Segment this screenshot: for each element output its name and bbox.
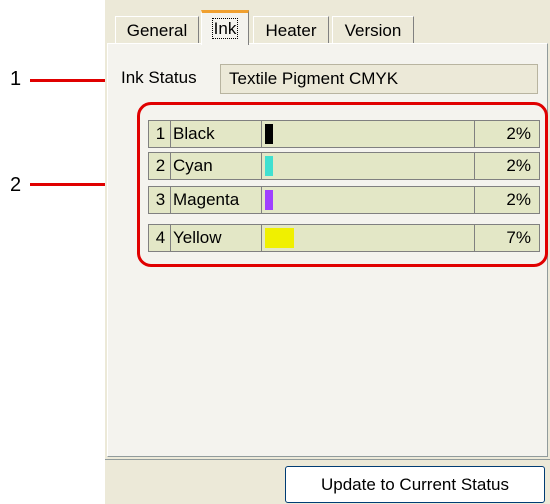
- ink-name: Cyan: [173, 156, 213, 175]
- ink-percent: 7%: [506, 228, 531, 247]
- tab-version[interactable]: Version: [332, 16, 414, 43]
- tab-general-label: General: [126, 21, 188, 40]
- ink-status-label: Ink Status: [121, 68, 197, 87]
- ink-percent: 2%: [506, 190, 531, 209]
- ink-row-black: 1 Black 2%: [148, 120, 540, 148]
- tab-version-label: Version: [344, 21, 402, 40]
- ink-level-bar: [265, 228, 294, 248]
- ink-level-track: [261, 225, 475, 251]
- ink-level-track: [261, 121, 475, 147]
- ink-level-bar: [265, 124, 273, 144]
- tab-general[interactable]: General: [115, 16, 199, 43]
- ink-number: 2: [151, 153, 171, 179]
- tab-ink[interactable]: Ink: [201, 10, 249, 45]
- callout-1: 1: [10, 68, 22, 90]
- callout-2: 2: [10, 174, 22, 196]
- ink-name: Black: [173, 124, 215, 143]
- ink-percent: 2%: [506, 124, 531, 143]
- ink-level-bar: [265, 190, 273, 210]
- ink-level-bar: [265, 156, 273, 176]
- ink-status-field: Textile Pigment CMYK: [220, 64, 538, 94]
- tab-heater[interactable]: Heater: [253, 16, 329, 43]
- ink-number: 3: [151, 187, 171, 213]
- ink-level-track: [261, 187, 475, 213]
- ink-name: Magenta: [173, 190, 240, 209]
- ink-number: 1: [151, 121, 171, 147]
- tab-heater-label: Heater: [265, 21, 317, 40]
- ink-level-track: [261, 153, 475, 179]
- ink-row-cyan: 2 Cyan 2%: [148, 152, 540, 180]
- ink-row-magenta: 3 Magenta 2%: [148, 186, 540, 214]
- ink-name: Yellow: [173, 228, 222, 247]
- ink-number: 4: [151, 225, 171, 251]
- update-status-button[interactable]: Update to Current Status: [285, 466, 545, 503]
- footer-divider: [105, 459, 550, 460]
- ink-percent: 2%: [506, 156, 531, 175]
- ink-row-yellow: 4 Yellow 7%: [148, 224, 540, 252]
- tab-ink-label: Ink: [211, 18, 239, 39]
